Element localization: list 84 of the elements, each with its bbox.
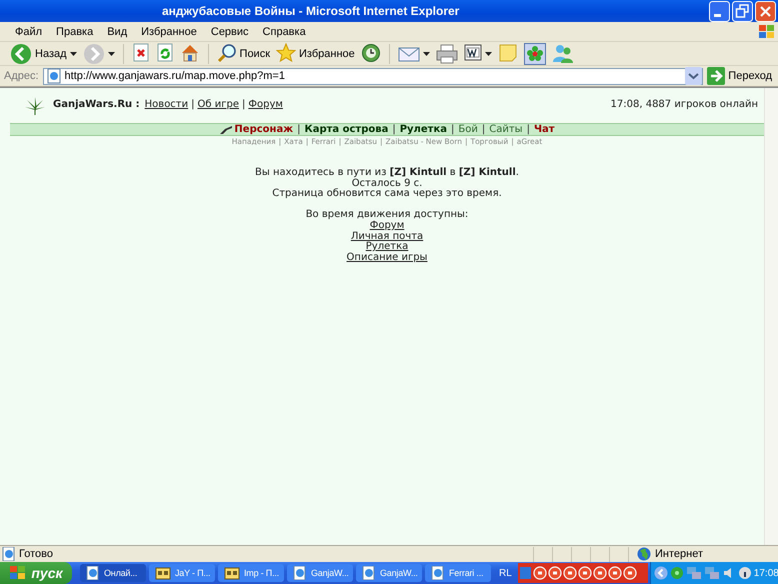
clock-icon[interactable] (360, 42, 381, 64)
separator: | (297, 124, 301, 135)
nav-link[interactable]: Об игре (198, 99, 239, 110)
zone-text: Интернет (655, 548, 703, 560)
globe-icon (637, 547, 651, 561)
address-field[interactable]: http://www.ganjawars.ru/map.move.php?m=1 (42, 68, 704, 84)
page-icon (86, 566, 100, 580)
taskbar-button[interactable]: JaY - П... (149, 564, 215, 582)
refresh-icon[interactable] (156, 42, 174, 64)
go-button[interactable]: Переход (707, 67, 774, 85)
separator: | (526, 124, 530, 135)
nav-link[interactable]: Персонаж (234, 124, 294, 135)
message-text: Осталось 9 с. (352, 178, 422, 189)
message-text: Страница обновится сама через это время. (272, 189, 502, 200)
separator: | (392, 124, 396, 135)
separator: | (242, 99, 246, 110)
minimize-button[interactable] (709, 0, 730, 22)
close-button[interactable] (755, 0, 776, 22)
toolbar-label: RL (499, 568, 512, 578)
dropdown-arrow-icon[interactable] (108, 52, 115, 56)
taskbar-button[interactable]: Ferrari ... (425, 564, 491, 582)
dropdown-button[interactable] (685, 67, 702, 85)
flower-icon[interactable] (670, 566, 684, 580)
search-icon (216, 42, 237, 64)
chat-window-icon (155, 566, 171, 580)
page-icon (293, 566, 307, 580)
printer-icon[interactable] (436, 42, 458, 64)
taskbar-button[interactable]: GanjaW... (356, 564, 422, 582)
menu-item[interactable]: Файл (8, 26, 50, 38)
page-icon (2, 547, 16, 561)
action-link[interactable]: Описание игры (346, 252, 428, 263)
page-icon (362, 566, 376, 580)
separator: | (451, 124, 454, 135)
page-icon (431, 566, 445, 580)
gun-icon (219, 124, 234, 134)
menu-item[interactable]: Избранное (134, 26, 204, 38)
separator: | (482, 124, 486, 135)
nav-link[interactable]: Рулетка (400, 124, 447, 135)
media-player-bar[interactable] (518, 563, 648, 583)
taskbar-button[interactable]: Онлай... (80, 564, 146, 582)
stop-icon[interactable] (132, 42, 150, 64)
chevron-icon[interactable] (654, 566, 668, 580)
action-link[interactable]: Рулетка (366, 241, 408, 252)
online-status: 17:08, 4887 игроков онлайн (610, 99, 758, 110)
dropdown-arrow-icon[interactable] (70, 52, 77, 56)
info-icon[interactable] (738, 566, 752, 580)
restore-button[interactable] (732, 0, 753, 22)
people-icon[interactable] (552, 42, 574, 64)
address-label: Адрес: (4, 70, 39, 82)
action-link[interactable]: Личная почта (350, 230, 424, 242)
site-name: GanjaWars.Ru : (53, 99, 140, 110)
dropdown-arrow-icon[interactable] (422, 52, 430, 56)
nav-link[interactable]: Карта острова (304, 124, 388, 135)
nav-link[interactable]: Чат (534, 124, 555, 135)
message-text: Вы находитесь в пути из [Z] Kintull в [Z] Kintull. (255, 168, 519, 178)
menu-item[interactable]: Сервис (204, 26, 256, 38)
menu-item[interactable]: Вид (100, 26, 134, 38)
flower-icon[interactable] (524, 42, 546, 64)
nav-link[interactable]: Сайты (489, 124, 523, 135)
message-text: Во время движения доступны: (306, 210, 468, 220)
action-link[interactable]: Форум (370, 220, 404, 231)
status-text: Готово (19, 548, 53, 560)
back-button[interactable]: Назад (10, 42, 67, 64)
taskbar-button[interactable]: Imp - П... (218, 564, 284, 582)
chat-window-icon (224, 566, 240, 580)
page-icon (46, 68, 62, 84)
back-icon (10, 42, 32, 64)
scrollbar[interactable] (764, 88, 778, 545)
menu-item[interactable]: Справка (256, 26, 313, 38)
nav-link[interactable]: Бой (458, 124, 478, 135)
windows-logo-icon (9, 565, 28, 581)
menu-item[interactable]: Правка (49, 26, 100, 38)
separator: | (191, 99, 195, 110)
start-button[interactable]: пуск (0, 562, 72, 584)
arrow-icon (707, 67, 726, 85)
nav-link[interactable]: Новости (144, 99, 188, 110)
nav-link[interactable]: Форум (248, 99, 283, 110)
taskbar-button[interactable]: GanjaW... (287, 564, 353, 582)
favorites-button[interactable]: Избранное (276, 42, 355, 64)
star-icon (276, 42, 296, 64)
window-title: анджубасовые Войны - Microsoft Internet Explorer (162, 4, 460, 18)
dropdown-arrow-icon[interactable] (484, 52, 492, 56)
home-icon[interactable] (180, 42, 200, 64)
search-button[interactable]: Поиск (216, 42, 270, 64)
